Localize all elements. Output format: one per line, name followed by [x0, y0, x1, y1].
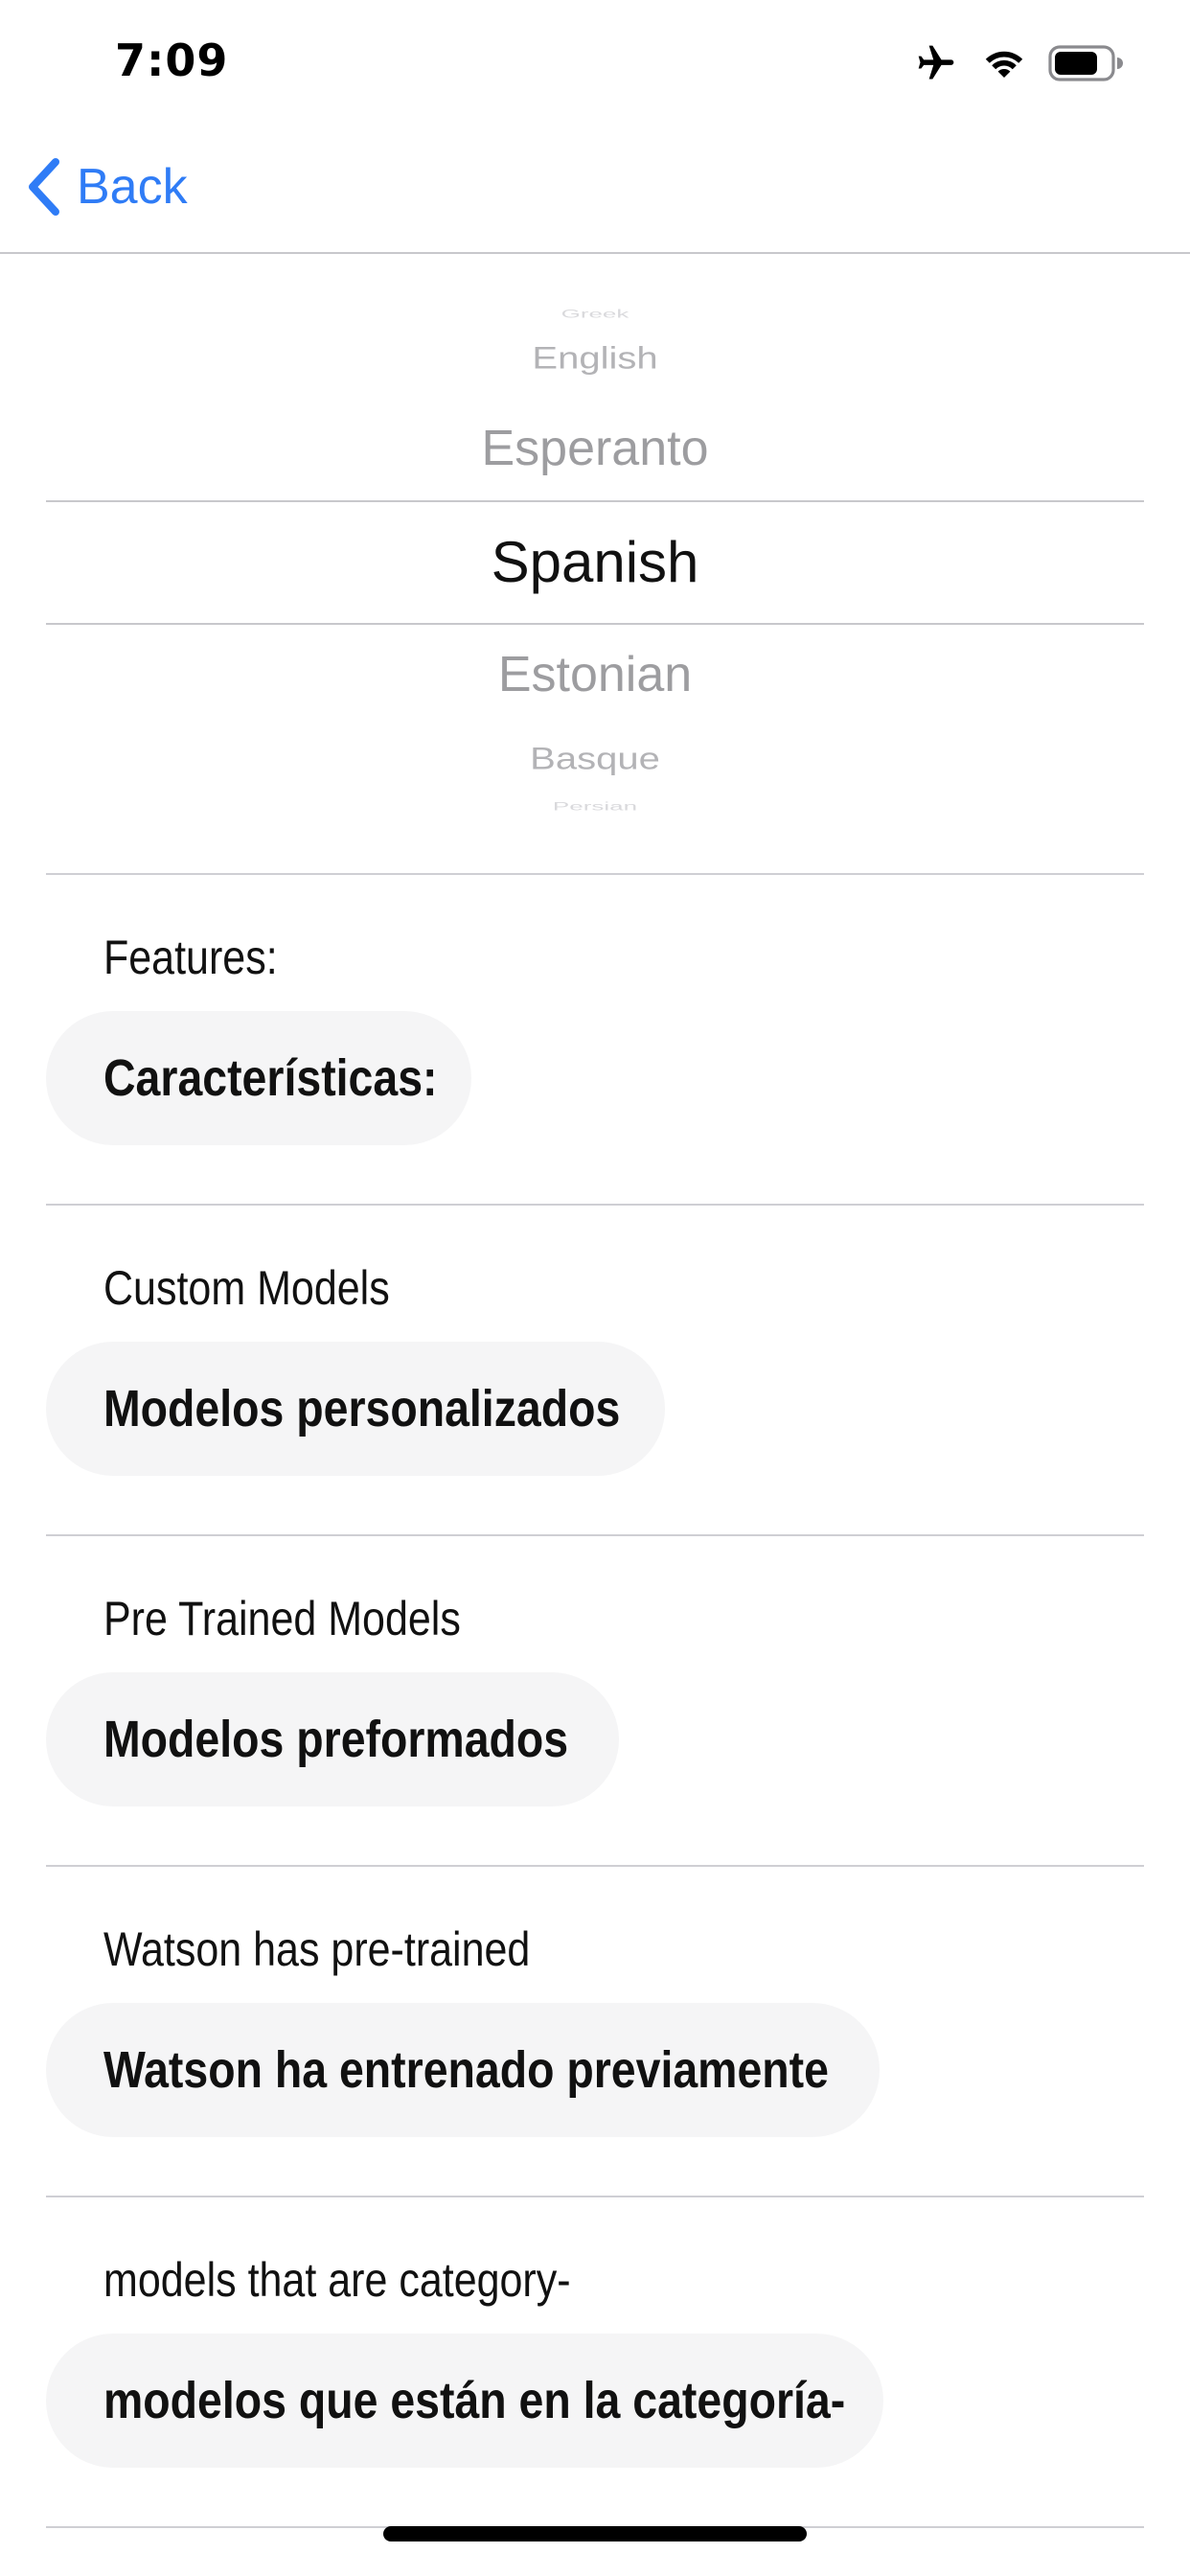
translation-pill[interactable]: Watson ha entrenado previamente	[46, 2003, 880, 2137]
source-text: Custom Models	[103, 1261, 390, 1315]
translated-text: Watson ha entrenado previamente	[103, 2041, 829, 2099]
picker-item[interactable]: Persian	[0, 800, 1190, 814]
translated-text: modelos que están en la categoría-	[103, 2372, 846, 2429]
picker-selection-top-line	[46, 500, 1144, 502]
picker-item[interactable]: Basque	[0, 742, 1190, 777]
status-time: 7:09	[115, 34, 229, 86]
language-picker[interactable]: Greek English Esperanto Spanish Estonian…	[0, 278, 1190, 815]
back-label: Back	[77, 159, 188, 215]
picker-selected-item[interactable]: Spanish	[0, 529, 1190, 595]
airplane-icon	[912, 42, 960, 84]
translation-pill[interactable]: Modelos personalizados	[46, 1342, 665, 1476]
source-text: models that are category-	[103, 2253, 571, 2307]
translation-pill[interactable]: Modelos preformados	[46, 1672, 619, 1806]
home-indicator[interactable]	[383, 2526, 807, 2542]
picker-item[interactable]: Estonian	[0, 646, 1190, 703]
picker-item[interactable]: Esperanto	[0, 420, 1190, 477]
section-divider	[46, 1865, 1144, 1867]
back-button[interactable]: Back	[25, 153, 188, 220]
wifi-icon	[981, 45, 1027, 81]
status-bar: 7:09	[0, 0, 1190, 125]
status-icons	[912, 42, 1125, 84]
chevron-left-icon	[25, 156, 63, 218]
source-text: Watson has pre-trained	[103, 1922, 531, 1976]
navigation-bar: Back	[0, 125, 1190, 254]
section-divider	[46, 2196, 1144, 2197]
picker-item[interactable]: Greek	[0, 308, 1190, 321]
translated-text: Características:	[103, 1049, 438, 1107]
section-divider	[46, 873, 1144, 875]
translated-text: Modelos personalizados	[103, 1380, 621, 1438]
battery-icon	[1048, 45, 1125, 81]
translation-pill[interactable]: Características:	[46, 1011, 471, 1145]
section-divider	[46, 1534, 1144, 1536]
section-divider	[46, 1204, 1144, 1206]
translated-text: Modelos preformados	[103, 1711, 569, 1768]
picker-item[interactable]: English	[0, 341, 1190, 377]
source-text: Pre Trained Models	[103, 1592, 461, 1645]
translation-pill[interactable]: modelos que están en la categoría-	[46, 2334, 883, 2468]
source-text: Features:	[103, 931, 278, 984]
picker-selection-bottom-line	[46, 623, 1144, 625]
